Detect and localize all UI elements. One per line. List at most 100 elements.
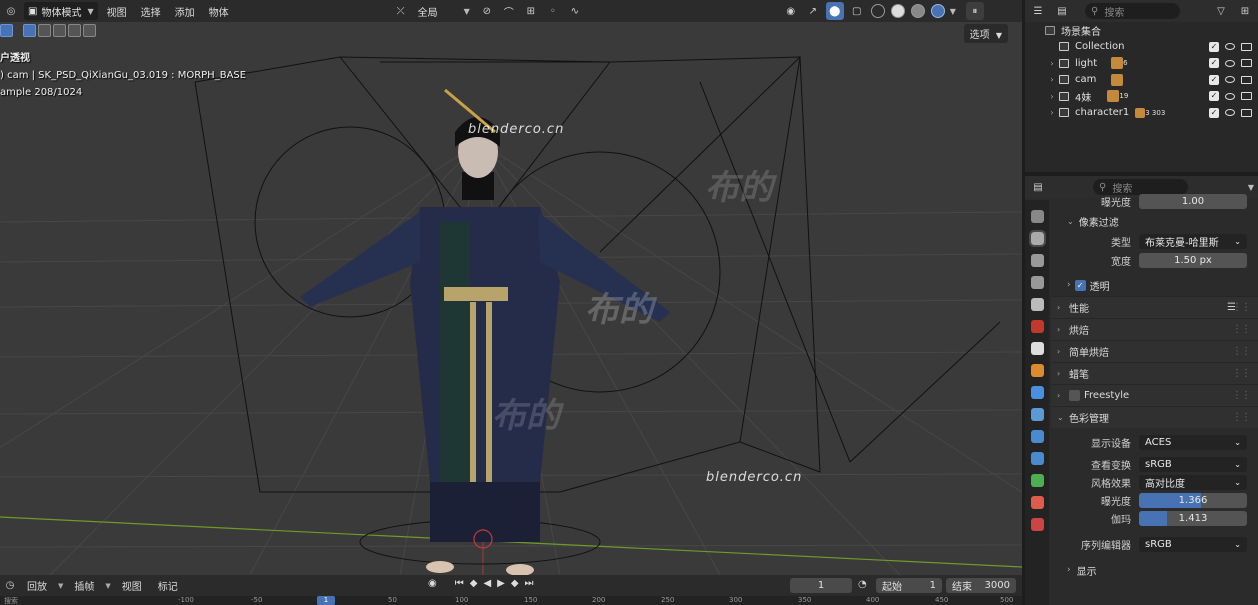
material-shading-icon[interactable] [910, 4, 925, 18]
chevron-down-icon[interactable]: ▼ [1248, 183, 1254, 192]
drag-handle-icon[interactable]: ⋮⋮ [1232, 346, 1251, 357]
clock-icon[interactable]: ◔ [858, 579, 867, 590]
section-simple-bake[interactable]: › 简单烘焙 ⋮⋮ [1051, 340, 1258, 362]
modifier-tab-icon[interactable] [1030, 386, 1044, 399]
section-grease-pencil[interactable]: › 蜡笔 ⋮⋮ [1051, 362, 1258, 384]
texture-tab-icon[interactable] [1030, 518, 1044, 531]
menu-marker[interactable]: 标记 [153, 578, 183, 593]
end-frame-field[interactable]: 结束 3000 [946, 578, 1016, 593]
chevron-right-icon[interactable]: › [1047, 108, 1057, 117]
data-tab-icon[interactable] [1030, 474, 1044, 487]
menu-add[interactable]: 添加 [170, 4, 200, 19]
menu-playback[interactable]: 回放 [22, 578, 52, 593]
camera-icon[interactable] [1241, 59, 1252, 68]
select-invert-icon[interactable] [68, 24, 81, 37]
section-freestyle[interactable]: › Freestyle ⋮⋮ [1051, 384, 1258, 406]
drag-handle-icon[interactable]: ⋮⋮ [1232, 368, 1251, 379]
mode-dropdown[interactable]: ▣ 物体模式 ▼ [24, 2, 98, 20]
physics-tab-icon[interactable] [1030, 430, 1044, 443]
gizmo-icon[interactable]: ↗ [804, 2, 822, 20]
section-color-management[interactable]: ⌄ 色彩管理 ⋮⋮ [1051, 406, 1258, 428]
snap-icon[interactable]: ⌒ [500, 2, 518, 20]
output-tab-icon[interactable] [1030, 254, 1044, 267]
editor-type-button[interactable]: ◷ [4, 577, 16, 595]
overlay-icon[interactable]: ⬤ [825, 2, 844, 20]
editor-type-button[interactable]: ☰ [1029, 2, 1047, 20]
eye-icon[interactable] [1225, 92, 1235, 100]
view-layer-tab-icon[interactable] [1030, 276, 1044, 289]
play-reverse-icon[interactable]: ◀ [483, 578, 491, 589]
particles-tab-icon[interactable] [1030, 408, 1044, 421]
drag-handle-icon[interactable]: ⋮⋮ [1232, 324, 1251, 335]
timeline-ruler[interactable]: 搜索 -100 -50 1 50 100 150 200 250 300 350… [0, 596, 1022, 605]
eye-icon[interactable] [1225, 76, 1235, 84]
drag-handle-icon[interactable]: ⋮⋮ [1232, 390, 1251, 401]
options-dropdown[interactable]: 选项 ▼ [963, 24, 1008, 43]
sequencer-dropdown[interactable]: sRGB ⌄ [1139, 536, 1247, 552]
chevron-right-icon[interactable]: › [1047, 92, 1057, 101]
camera-icon[interactable] [1241, 75, 1252, 84]
3d-viewport[interactable]: ◎ ▣ 物体模式 ▼ 视图 选择 添加 物体 ⤫ 全局 ▼ ⊘ ⌒ ⊞ ◦ ∿ … [0, 0, 1022, 575]
gamma-slider[interactable]: 1.413 [1139, 511, 1247, 526]
outliner-row[interactable]: › cam ✓ [1025, 72, 1258, 89]
select-extend-icon[interactable] [38, 24, 51, 37]
checkbox-icon[interactable]: ✓ [1209, 91, 1219, 102]
display-mode-button[interactable]: ▤ [1053, 2, 1071, 20]
current-frame-field[interactable]: 1 [790, 578, 852, 593]
rendered-shading-icon[interactable] [930, 4, 945, 18]
checkbox-icon[interactable]: ✓ [1209, 74, 1219, 85]
select-intersect-icon[interactable] [83, 24, 96, 37]
pixel-filter-subsection[interactable]: ⌄ 像素过滤 [1051, 210, 1258, 232]
menu-object[interactable]: 物体 [204, 4, 234, 19]
editor-type-button[interactable]: ▤ [1029, 178, 1047, 196]
select-subtract-icon[interactable] [53, 24, 66, 37]
exposure-field[interactable]: 1.00 [1139, 193, 1247, 209]
checkbox-icon[interactable]: ✓ [1209, 41, 1219, 52]
eye-icon[interactable] [1225, 59, 1235, 67]
pivot-icon[interactable]: ⊘ [478, 2, 496, 20]
wireframe-shading-icon[interactable] [870, 4, 885, 18]
outliner-row[interactable]: › light 6 ✓ [1025, 55, 1258, 72]
select-new-icon[interactable] [23, 24, 36, 37]
render-tab-icon[interactable] [1028, 230, 1046, 247]
transparent-checkbox[interactable]: ✓ [1074, 279, 1086, 291]
eye-icon[interactable] [1225, 43, 1235, 51]
constraints-tab-icon[interactable] [1030, 452, 1044, 465]
menu-view[interactable]: 视图 [102, 4, 132, 19]
falloff-icon[interactable]: ∿ [566, 2, 584, 20]
start-frame-field[interactable]: 起始 1 [876, 578, 942, 593]
object-tab-icon[interactable] [1030, 364, 1044, 377]
drag-handle-icon[interactable]: ⋮⋮ [1232, 412, 1251, 423]
drag-handle-icon[interactable]: ⋮⋮ [1232, 302, 1251, 313]
menu-view[interactable]: 视图 [117, 578, 147, 593]
eye-icon[interactable] [1225, 109, 1235, 117]
transparent-subsection[interactable]: › ✓ 透明 [1051, 274, 1258, 296]
tool-tab-icon[interactable] [1030, 210, 1044, 223]
outliner-row[interactable]: Collection ✓ [1025, 39, 1258, 56]
new-collection-icon[interactable]: ⊞ [1236, 2, 1254, 20]
jump-end-icon[interactable]: ⏭ [525, 578, 534, 589]
prev-keyframe-icon[interactable]: ◆ [470, 578, 478, 589]
section-bake[interactable]: › 烘焙 ⋮⋮ [1051, 318, 1258, 340]
play-icon[interactable]: ▶ [497, 578, 505, 589]
scene-collection-row[interactable]: 场景集合 [1025, 22, 1258, 39]
cm-exposure-slider[interactable]: 1.366 [1139, 493, 1247, 508]
record-icon[interactable]: ◉ [428, 578, 437, 589]
freestyle-checkbox[interactable] [1069, 390, 1080, 401]
playhead-frame-indicator[interactable]: 1 [317, 596, 335, 605]
outliner-row[interactable]: › character1 3 303 ✓ [1025, 105, 1258, 122]
scene-tab-icon[interactable] [1030, 298, 1044, 311]
section-performance[interactable]: › 性能 ☰ ⋮⋮ [1051, 296, 1258, 318]
editor-type-button[interactable]: ◎ [2, 2, 20, 20]
filter-type-dropdown[interactable]: 布莱克曼-哈里斯 ⌄ [1139, 234, 1247, 249]
chevron-right-icon[interactable]: › [1047, 75, 1057, 84]
world-tab-icon[interactable] [1030, 320, 1044, 333]
select-box-icon[interactable] [0, 24, 13, 37]
proportional-edit-icon[interactable]: ◦ [544, 2, 562, 20]
outliner-row[interactable]: › 4妹 19 ✓ [1025, 88, 1258, 105]
next-keyframe-icon[interactable]: ◆ [511, 578, 519, 589]
camera-icon[interactable] [1241, 42, 1252, 51]
jump-start-icon[interactable]: ⏮ [455, 578, 464, 589]
menu-keying[interactable]: 插帧 [69, 578, 99, 593]
display-device-dropdown[interactable]: ACES ⌄ [1139, 434, 1247, 450]
